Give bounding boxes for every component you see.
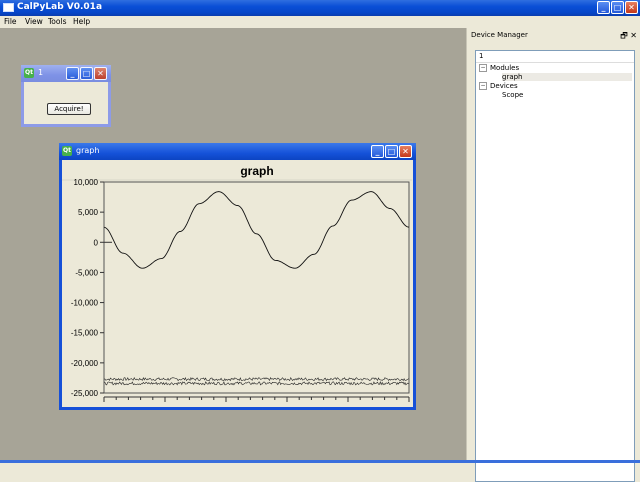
- graph-window-titlebar[interactable]: Qt graph _ □ ✕: [59, 143, 416, 160]
- qt-icon: Qt: [62, 146, 72, 156]
- y-tick-label: -15,000: [71, 329, 99, 338]
- close-icon: ✕: [97, 69, 104, 78]
- tree-node-devices[interactable]: − Devices: [479, 82, 518, 90]
- x-tick-label: 100: [158, 405, 172, 406]
- minimize-button[interactable]: _: [597, 1, 610, 14]
- plot-frame: [103, 181, 410, 394]
- acquire-window-title: 1: [38, 68, 44, 77]
- maximize-icon: □: [613, 3, 622, 12]
- acquire-button[interactable]: Acquire!: [47, 103, 91, 115]
- app-icon: [3, 3, 14, 12]
- graph-window: Qt graph _ □ ✕ graph 10,000 5,000 0 -5,000 -…: [59, 143, 416, 414]
- graph-window-title: graph: [76, 146, 100, 155]
- float-icon[interactable]: 🗗: [620, 31, 628, 40]
- close-icon[interactable]: ✕: [630, 31, 637, 40]
- qt-icon: Qt: [24, 68, 34, 78]
- minimize-icon: _: [375, 147, 380, 156]
- maximize-button[interactable]: □: [80, 67, 93, 80]
- x-tick-label: 400: [341, 405, 355, 406]
- app-title: CalPyLab V0.01a: [17, 2, 103, 12]
- graph-chart: graph 10,000 5,000 0 -5,000 -10,000 -15,000 -2…: [62, 164, 416, 414]
- x-tick-label: 500: [402, 405, 412, 406]
- tree-node-graph[interactable]: graph: [502, 73, 632, 81]
- maximize-button[interactable]: □: [385, 145, 398, 158]
- minimize-icon: _: [70, 69, 75, 78]
- minimize-icon: _: [601, 3, 606, 12]
- close-button[interactable]: ✕: [625, 1, 638, 14]
- close-button[interactable]: ✕: [399, 145, 412, 158]
- menu-tools[interactable]: Tools: [48, 17, 66, 26]
- y-tick-label: 0: [94, 238, 99, 247]
- tree-header-label: 1: [479, 52, 484, 60]
- maximize-button[interactable]: □: [611, 1, 624, 14]
- device-tree: 1 − Modules graph − Devices Scope: [475, 50, 635, 482]
- menu-file[interactable]: File: [4, 17, 17, 26]
- device-manager-title: Device Manager: [471, 31, 528, 39]
- close-icon: ✕: [402, 147, 409, 156]
- collapse-icon[interactable]: −: [479, 64, 487, 72]
- x-tick-label: 300: [280, 405, 294, 406]
- menubar: File View Tools Help: [0, 16, 640, 28]
- dock-buttons: 🗗 ✕: [620, 30, 637, 44]
- minimize-button[interactable]: _: [66, 67, 79, 80]
- tree-node-label: Modules: [490, 64, 520, 72]
- menu-view[interactable]: View: [25, 17, 43, 26]
- y-tick-label: -20,000: [71, 359, 99, 368]
- y-tick-label: -5,000: [75, 268, 98, 277]
- acquire-window-titlebar[interactable]: Qt 1 _ □ ✕: [21, 65, 111, 82]
- maximize-icon: □: [82, 69, 91, 78]
- plot-area: graph 10,000 5,000 0 -5,000 -10,000 -15,000 -2…: [62, 160, 416, 414]
- acquire-window: Qt 1 _ □ ✕ Acquire!: [21, 65, 111, 127]
- noise-series-line-1: [103, 376, 409, 382]
- app-titlebar: CalPyLab V0.01a _ □ ✕: [0, 0, 640, 16]
- minimize-button[interactable]: _: [371, 145, 384, 158]
- tree-node-label: Scope: [502, 91, 524, 99]
- noise-series-line-2: [103, 380, 409, 386]
- tree-node-modules[interactable]: − Modules: [479, 64, 519, 72]
- y-tick-label: 10,000: [74, 178, 99, 187]
- y-tick-label: -10,000: [71, 299, 99, 308]
- tree-node-scope[interactable]: Scope: [502, 91, 523, 99]
- y-tick-label: 5,000: [78, 208, 99, 217]
- close-button[interactable]: ✕: [94, 67, 107, 80]
- chart-series: [103, 191, 410, 386]
- y-tick-label: -25,000: [71, 389, 99, 398]
- tree-node-label: graph: [502, 73, 523, 81]
- device-manager-dock: Device Manager 🗗 ✕ 1 − Modules graph − Dev…: [466, 28, 640, 482]
- x-tick-label: 0: [102, 405, 107, 406]
- collapse-icon[interactable]: −: [479, 82, 487, 90]
- tree-node-label: Devices: [490, 82, 518, 90]
- menu-help[interactable]: Help: [73, 17, 90, 26]
- maximize-icon: □: [387, 147, 396, 156]
- sine-series-line: [103, 191, 410, 269]
- chart-axes: 10,000 5,000 0 -5,000 -10,000 -15,000 -20,000 -…: [71, 178, 416, 414]
- chart-title: graph: [240, 164, 273, 178]
- x-tick-label: 200: [219, 405, 233, 406]
- close-icon: ✕: [628, 3, 635, 12]
- tree-header: 1: [476, 51, 634, 63]
